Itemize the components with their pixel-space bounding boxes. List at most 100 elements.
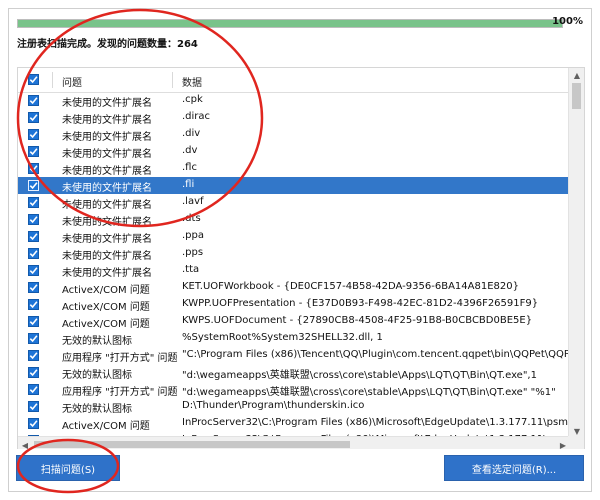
table-row[interactable]: 未使用的文件扩展名 .flc: [18, 160, 570, 177]
row-checkbox[interactable]: [28, 367, 39, 378]
check-icon: [29, 403, 38, 411]
row-issue-cell: 应用程序 "打开方式" 问题: [62, 353, 178, 364]
progress-bar: [17, 19, 563, 28]
row-checkbox[interactable]: [28, 282, 39, 293]
row-issue-cell: 无效的默认图标: [62, 370, 132, 381]
row-checkbox[interactable]: [28, 231, 39, 242]
table-row[interactable]: ActiveX/COM 问题 KET.UOFWorkbook - {DE0CF15…: [18, 279, 570, 296]
check-icon: [29, 335, 38, 343]
row-checkbox[interactable]: [28, 180, 39, 191]
column-separator: [172, 72, 173, 88]
row-checkbox[interactable]: [28, 316, 39, 327]
row-issue-cell: 未使用的文件扩展名: [62, 149, 152, 160]
row-data-cell: .fli: [182, 179, 195, 190]
row-checkbox[interactable]: [28, 163, 39, 174]
row-data-cell: .dts: [182, 213, 201, 224]
row-issue-cell: 未使用的文件扩展名: [62, 217, 152, 228]
column-header-issue[interactable]: 问题: [62, 74, 82, 89]
row-data-cell: .cpk: [182, 94, 203, 105]
row-checkbox[interactable]: [28, 350, 39, 361]
row-issue-cell: 未使用的文件扩展名: [62, 166, 152, 177]
select-all-checkbox[interactable]: [28, 74, 39, 85]
row-data-cell: .div: [182, 128, 201, 139]
table-row[interactable]: 无效的默认图标 D:\Thunder\Program\thunderskin.ic…: [18, 398, 570, 415]
row-data-cell: .flc: [182, 162, 197, 173]
check-icon: [29, 165, 38, 173]
table-rows: 未使用的文件扩展名 .cpk 未使用的文件扩展名 .dirac 未使用的文件扩展名 .di…: [18, 92, 584, 449]
table-header-row: 问题 数据: [18, 68, 570, 93]
row-checkbox[interactable]: [28, 418, 39, 429]
check-icon: [29, 216, 38, 224]
row-issue-cell: 未使用的文件扩展名: [62, 251, 152, 262]
scroll-up-arrow-icon[interactable]: ▲: [569, 68, 584, 82]
check-icon: [29, 420, 38, 428]
table-row[interactable]: 未使用的文件扩展名 .tta: [18, 262, 570, 279]
row-checkbox[interactable]: [28, 197, 39, 208]
row-data-cell: "C:\Program Files (x86)\Tencent\QQ\Plugi…: [182, 349, 584, 360]
row-data-cell: KWPS.UOFDocument - {27890CB8-4508-4F25-9…: [182, 315, 533, 326]
row-data-cell: .dirac: [182, 111, 211, 122]
row-data-cell: .dv: [182, 145, 198, 156]
row-issue-cell: 未使用的文件扩展名: [62, 183, 152, 194]
table-row[interactable]: 未使用的文件扩展名 .dts: [18, 211, 570, 228]
issues-table: 问题 数据 未使用的文件扩展名 .cpk 未使用的文件扩展名 .dirac 未使用的文件…: [17, 67, 585, 453]
table-row[interactable]: ActiveX/COM 问题 InProcServer32\C:\Program …: [18, 415, 584, 432]
table-row[interactable]: 无效的默认图标 "d:\wegameapps\英雄联盟\cross\core\st…: [18, 364, 570, 381]
table-row[interactable]: 未使用的文件扩展名 .ppa: [18, 228, 570, 245]
row-data-cell: .pps: [182, 247, 204, 258]
row-issue-cell: 未使用的文件扩展名: [62, 234, 152, 245]
row-data-cell: D:\Thunder\Program\thunderskin.ico: [182, 400, 365, 411]
row-data-cell: "d:\wegameapps\英雄联盟\cross\core\stable\Ap…: [182, 370, 537, 381]
row-checkbox[interactable]: [28, 112, 39, 123]
row-data-cell: .ppa: [182, 230, 205, 241]
scan-status-text: 注册表扫描完成。发现的问题数量：264: [17, 39, 198, 50]
table-row[interactable]: 无效的默认图标 %SystemRoot%System32SHELL32.dll, …: [18, 330, 570, 347]
check-icon: [29, 97, 38, 105]
row-issue-cell: ActiveX/COM 问题: [62, 302, 150, 313]
table-row[interactable]: 未使用的文件扩展名 .div: [18, 126, 570, 143]
check-icon: [29, 114, 38, 122]
check-icon: [29, 199, 38, 207]
row-data-cell: InProcServer32\C:\Program Files (x86)\Mi…: [182, 417, 585, 428]
table-row[interactable]: 未使用的文件扩展名 .cpk: [18, 92, 570, 109]
app-window: 100% 注册表扫描完成。发现的问题数量：264 问题 数据 未使用的文件扩展名…: [8, 8, 592, 492]
row-checkbox[interactable]: [28, 146, 39, 157]
table-row[interactable]: ActiveX/COM 问题 KWPS.UOFDocument - {27890C…: [18, 313, 570, 330]
row-checkbox[interactable]: [28, 214, 39, 225]
row-checkbox[interactable]: [28, 384, 39, 395]
table-row[interactable]: 未使用的文件扩展名 .pps: [18, 245, 570, 262]
row-issue-cell: 无效的默认图标: [62, 404, 132, 415]
row-issue-cell: 未使用的文件扩展名: [62, 200, 152, 211]
view-selected-issues-button[interactable]: 查看选定问题(R)...: [444, 455, 584, 481]
row-checkbox[interactable]: [28, 299, 39, 310]
row-issue-cell: ActiveX/COM 问题: [62, 285, 150, 296]
scan-issues-button[interactable]: 扫描问题(S): [16, 455, 120, 481]
vertical-scroll-thumb[interactable]: [572, 83, 581, 109]
row-issue-cell: 应用程序 "打开方式" 问题: [62, 387, 178, 398]
row-checkbox[interactable]: [28, 95, 39, 106]
table-row[interactable]: 未使用的文件扩展名 .dv: [18, 143, 570, 160]
table-row[interactable]: 应用程序 "打开方式" 问题 "C:\Program Files (x86)\Te…: [18, 347, 584, 364]
row-data-cell: "d:\wegameapps\英雄联盟\cross\core\stable\Ap…: [182, 387, 556, 398]
row-data-cell: .tta: [182, 264, 200, 275]
row-checkbox[interactable]: [28, 401, 39, 412]
check-icon: [29, 352, 38, 360]
table-row[interactable]: 未使用的文件扩展名 .lavf: [18, 194, 570, 211]
check-icon: [29, 267, 38, 275]
row-checkbox[interactable]: [28, 248, 39, 259]
table-row[interactable]: ActiveX/COM 问题 KWPP.UOFPresentation - {E3…: [18, 296, 570, 313]
row-data-cell: .lavf: [182, 196, 204, 207]
row-checkbox[interactable]: [28, 265, 39, 276]
check-icon: [29, 284, 38, 292]
check-icon: [29, 131, 38, 139]
vertical-scrollbar[interactable]: ▲ ▼: [568, 68, 584, 438]
table-row[interactable]: 未使用的文件扩展名 .fli: [18, 177, 570, 194]
progress-percent-label: 100%: [552, 16, 583, 27]
row-checkbox[interactable]: [28, 129, 39, 140]
column-header-data[interactable]: 数据: [182, 74, 202, 89]
row-data-cell: %SystemRoot%System32SHELL32.dll, 1: [182, 332, 383, 343]
horizontal-scroll-thumb[interactable]: [34, 441, 350, 448]
table-row[interactable]: 应用程序 "打开方式" 问题 "d:\wegameapps\英雄联盟\cross\…: [18, 381, 570, 398]
table-row[interactable]: 未使用的文件扩展名 .dirac: [18, 109, 570, 126]
row-checkbox[interactable]: [28, 333, 39, 344]
